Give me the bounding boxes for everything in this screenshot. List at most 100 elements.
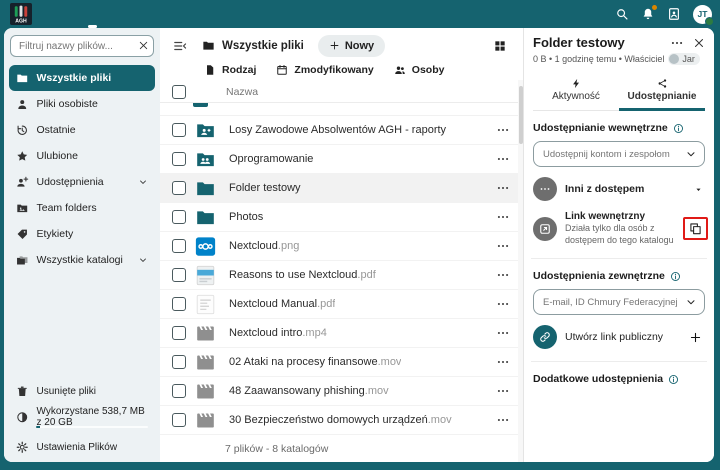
file-row[interactable]: 02 Ataki na procesy finansowe.mov [160, 348, 523, 377]
row-actions-icon[interactable] [496, 384, 510, 398]
select-all-checkbox[interactable] [172, 85, 186, 99]
caret-down-icon[interactable] [694, 185, 703, 194]
row-checkbox[interactable] [172, 297, 186, 311]
contacts-icon[interactable] [667, 7, 681, 21]
sidebar-bottom-item[interactable]: Usunięte pliki [9, 378, 155, 404]
files-sidebar: Wszystkie pliki Pliki osobiste Ostatnie … [4, 28, 160, 462]
chevron-down-icon[interactable] [138, 177, 148, 187]
external-share-input[interactable] [541, 296, 685, 309]
copy-link-icon[interactable] [689, 222, 702, 235]
app-icon[interactable] [112, 7, 127, 22]
file-extension: .mov [365, 385, 389, 397]
scrollbar-thumb[interactable] [519, 86, 523, 144]
file-row[interactable]: Oprogramowanie [160, 145, 523, 174]
files-header: Wszystkie pliki Nowy [160, 33, 523, 58]
chevron-down-icon[interactable] [138, 255, 148, 265]
collapse-navigation-icon[interactable] [172, 39, 188, 53]
sidebar-item[interactable]: Ostatnie [9, 117, 155, 143]
new-button[interactable]: Nowy [318, 35, 385, 57]
sidebar-item[interactable]: Ulubione [9, 143, 155, 169]
app-icon[interactable] [382, 7, 397, 22]
row-actions-icon[interactable] [496, 355, 510, 369]
info-icon[interactable] [668, 374, 679, 385]
app-icon[interactable] [247, 7, 262, 22]
row-checkbox[interactable] [172, 181, 186, 195]
app-icon[interactable] [220, 7, 235, 22]
file-row[interactable]: Photos [160, 203, 523, 232]
row-checkbox[interactable] [172, 355, 186, 369]
row-checkbox[interactable] [172, 123, 186, 137]
info-icon[interactable] [673, 123, 684, 134]
sidebar-item[interactable]: Team folders [9, 195, 155, 221]
close-icon[interactable] [693, 37, 705, 49]
app-icon[interactable] [193, 7, 208, 22]
filter-chip[interactable]: Zmodyfikowany [276, 64, 373, 76]
row-actions-icon[interactable] [496, 413, 510, 427]
sidebar-item[interactable]: Wszystkie katalogi [9, 247, 155, 273]
file-row[interactable]: Nextcloud Manual.pdf [160, 290, 523, 319]
row-actions-icon[interactable] [496, 152, 510, 166]
row-actions-icon[interactable] [496, 210, 510, 224]
create-public-link-row[interactable]: Utwórz link publiczny [533, 325, 705, 349]
user-avatar[interactable]: JT [693, 5, 712, 24]
row-actions-icon[interactable] [496, 123, 510, 137]
sidebar-bottom-item[interactable]: Wykorzystane 538,7 MB z 20 GB [9, 404, 155, 430]
external-share-select[interactable] [533, 289, 705, 315]
clear-filter-icon[interactable] [138, 40, 149, 51]
app-icon[interactable] [328, 7, 343, 22]
file-row[interactable]: Losy Zawodowe Absolwentów AGH - raporty [160, 116, 523, 145]
file-row[interactable]: Nextcloud.png [160, 232, 523, 261]
row-checkbox[interactable] [172, 152, 186, 166]
row-actions-icon[interactable] [496, 268, 510, 282]
file-row[interactable]: 30 Bezpieczeństwo domowych urządzeń.mov [160, 406, 523, 435]
sidebar-item[interactable]: Pliki osobiste [9, 91, 155, 117]
row-checkbox[interactable] [172, 326, 186, 340]
file-row[interactable]: Reasons to use Nextcloud.pdf [160, 261, 523, 290]
owner-chip[interactable]: Jar [668, 53, 700, 65]
sidebar-item[interactable]: Wszystkie pliki [9, 65, 155, 91]
row-checkbox[interactable] [172, 210, 186, 224]
agh-logo[interactable]: AGH [10, 3, 32, 25]
filter-chip[interactable]: Osoby [394, 64, 445, 76]
app-icon[interactable] [58, 7, 73, 22]
file-row[interactable]: Nextcloud intro.mp4 [160, 319, 523, 348]
grid-view-icon[interactable] [493, 39, 507, 53]
internal-link-row[interactable]: Link wewnętrzny Działa tylko dla osób z … [533, 211, 705, 246]
row-actions-icon[interactable] [496, 239, 510, 253]
row-checkbox[interactable] [172, 413, 186, 427]
breadcrumb[interactable]: Wszystkie pliki [202, 39, 304, 52]
panel-actions-icon[interactable] [670, 36, 684, 50]
internal-share-select[interactable] [533, 141, 705, 167]
sidebar-item-label: Team folders [37, 202, 97, 214]
panel-tab[interactable]: Aktywność [533, 74, 619, 111]
row-actions-icon[interactable] [496, 181, 510, 195]
filter-chip[interactable]: Rodzaj [204, 64, 256, 76]
app-icon[interactable] [85, 7, 100, 22]
app-icon[interactable] [355, 7, 370, 22]
row-checkbox[interactable] [172, 239, 186, 253]
search-icon[interactable] [615, 7, 629, 21]
sidebar-item[interactable]: Udostępnienia [9, 169, 155, 195]
app-icon[interactable] [301, 7, 316, 22]
file-row[interactable]: 48 Zaawansowany phishing.mov [160, 377, 523, 406]
app-icon[interactable] [274, 7, 289, 22]
sidebar-item[interactable]: Etykiety [9, 221, 155, 247]
info-icon[interactable] [670, 271, 681, 282]
sidebar-bottom-item[interactable]: Ustawienia Plików [9, 434, 155, 460]
filter-files-input[interactable] [10, 35, 154, 57]
internal-share-input[interactable] [541, 148, 685, 161]
row-actions-icon[interactable] [496, 297, 510, 311]
file-name: 02 Ataki na procesy finansowe [229, 356, 378, 368]
notifications-bell-icon[interactable] [641, 7, 655, 21]
row-actions-icon[interactable] [496, 326, 510, 340]
app-icon[interactable] [139, 7, 154, 22]
details-sidebar: Folder testowy 0 B • 1 godzinę temu • Wł… [523, 28, 714, 462]
app-icon[interactable] [166, 7, 181, 22]
row-checkbox[interactable] [172, 384, 186, 398]
column-name-header[interactable]: Nazwa [226, 86, 258, 98]
row-checkbox[interactable] [172, 268, 186, 282]
others-with-access-row[interactable]: Inni z dostępem [533, 177, 705, 201]
add-public-link-icon[interactable] [689, 331, 702, 344]
panel-tab[interactable]: Udostępnianie [619, 74, 705, 111]
file-row[interactable]: Folder testowy [160, 174, 523, 203]
